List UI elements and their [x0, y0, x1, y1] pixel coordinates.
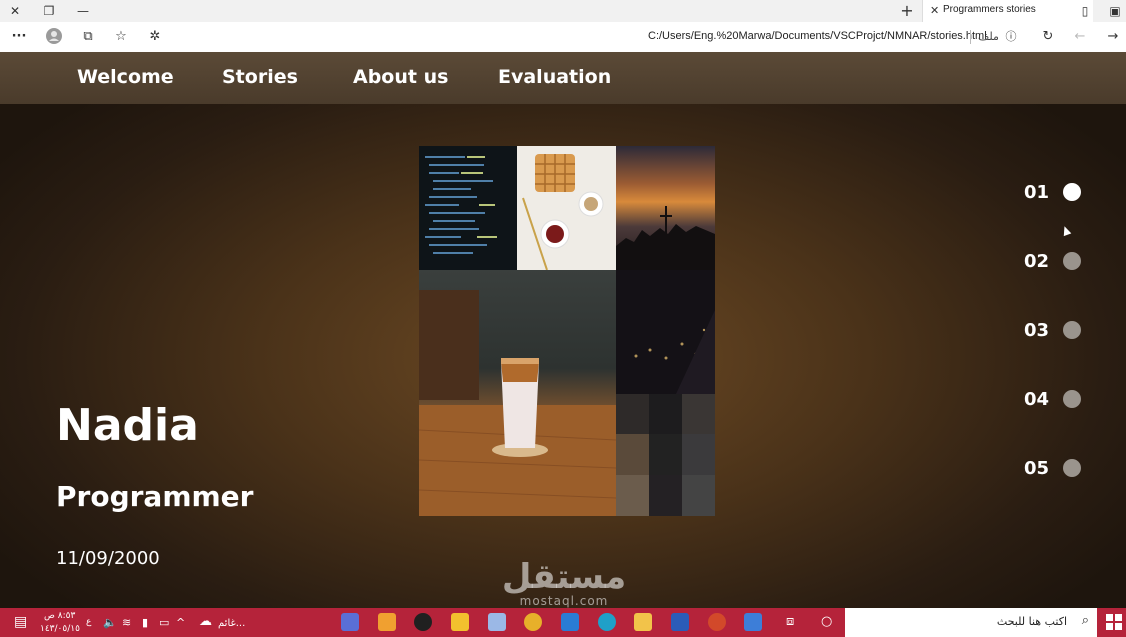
forward-arrow-icon[interactable]: → [1104, 28, 1122, 46]
new-tab-icon[interactable]: + [898, 2, 916, 20]
url-separator [970, 30, 971, 44]
taskbar-time: ٨:٥٣ ص [44, 611, 76, 621]
more-menu-icon[interactable]: ··· [10, 28, 28, 46]
back-arrow-icon[interactable]: ← [1071, 28, 1089, 46]
windows-taskbar: ▤ ٨:٥٣ ص ١٤٣/٠٥/١٥ ع 🔈 ≋ ▮ ▭ ^ ☁ غائم...… [0, 608, 1126, 637]
tray-chevron-icon[interactable]: ^ [176, 616, 185, 629]
taskbar-search-box[interactable]: اكتب هنا للبحث ⌕ [845, 608, 1097, 637]
photo-small-9 [682, 475, 715, 516]
stories-page: Welcome Stories About us Evaluation Nadi… [0, 52, 1126, 608]
watermark: مستقل mostaql.com [494, 560, 634, 608]
windows-start-icon[interactable] [1106, 614, 1122, 630]
cortana-icon[interactable]: ○ [821, 614, 832, 629]
profile-date: 11/09/2000 [56, 548, 160, 569]
photo-small-3 [682, 394, 715, 434]
minimize-window-icon[interactable]: — [74, 2, 92, 20]
tab-actions-icon[interactable]: ▣ [1106, 2, 1124, 20]
photo-small-2 [649, 394, 682, 434]
extensions-icon[interactable]: ✲ [146, 28, 164, 46]
photo-small-4 [616, 434, 649, 475]
slide-dot-2[interactable] [1063, 252, 1081, 270]
photo-small-8 [649, 475, 682, 516]
taskbar-app-obs-icon[interactable] [414, 613, 432, 631]
tab-close-icon[interactable]: ✕ [930, 3, 939, 19]
nav-about-us[interactable]: About us [353, 66, 448, 88]
slide-number-1: 01 [1024, 182, 1050, 203]
taskbar-app-tool-icon[interactable] [341, 613, 359, 631]
slide-dot-3[interactable] [1063, 321, 1081, 339]
taskbar-app-word-icon[interactable] [671, 613, 689, 631]
url-field[interactable]: C:/Users/Eng.%20Marwa/Documents/VSCProjc… [648, 30, 987, 42]
photo-small-1 [616, 394, 649, 434]
tab-title: Programmers stories [943, 4, 1036, 15]
taskbar-app-xampp-icon[interactable] [378, 613, 396, 631]
taskbar-app-edge-icon[interactable] [598, 613, 616, 631]
search-icon: ⌕ [1081, 613, 1089, 628]
taskbar-app-mail-icon[interactable] [744, 613, 762, 631]
favorites-icon[interactable]: ☆ [112, 28, 130, 46]
photo-small-5 [649, 434, 682, 475]
taskbar-app-package-icon[interactable] [451, 613, 469, 631]
taskbar-date: ١٤٣/٠٥/١٥ [40, 624, 80, 634]
taskbar-app-powerpoint-icon[interactable] [708, 613, 726, 631]
taskbar-app-chrome-icon[interactable] [524, 613, 542, 631]
photo-small-7 [616, 475, 649, 516]
info-icon[interactable]: ⓘ [1002, 28, 1020, 46]
task-view-icon[interactable]: ⧈ [786, 614, 794, 629]
site-navbar: Welcome Stories About us Evaluation [0, 52, 1126, 104]
mic-icon[interactable]: ▮ [142, 616, 148, 629]
photo-iced-coffee [419, 270, 617, 516]
cloud-weather-icon: ☁ [199, 614, 212, 629]
slide-number-3: 03 [1024, 320, 1050, 341]
wifi-icon[interactable]: ≋ [122, 616, 131, 629]
story-photo-collage [419, 146, 715, 516]
address-bar-row: ··· ⧉ ☆ ✲ C:/Users/Eng.%20Marwa/Document… [0, 22, 1126, 53]
slide-number-5: 05 [1024, 458, 1050, 479]
nav-stories[interactable]: Stories [222, 66, 298, 88]
profile-name: Nadia [56, 400, 199, 451]
taskbar-weather[interactable]: غائم... [218, 618, 245, 629]
slide-dot-5[interactable] [1063, 459, 1081, 477]
taskbar-lang[interactable]: ع [86, 617, 91, 627]
photo-code-screen [419, 146, 517, 270]
nav-welcome[interactable]: Welcome [77, 66, 174, 88]
photo-night-street [616, 270, 715, 394]
collections-icon[interactable]: ⧉ [79, 28, 97, 46]
watermark-arabic: مستقل [501, 557, 627, 597]
slide-dot-4[interactable] [1063, 390, 1081, 408]
restore-window-icon[interactable]: ❐ [40, 2, 58, 20]
page-icon: ▯ [1081, 4, 1089, 18]
browser-tab[interactable]: ✕ Programmers stories [922, 0, 1093, 22]
volume-icon[interactable]: 🔈 [103, 616, 117, 629]
browser-titlebar: ✕ ❐ — + ✕ Programmers stories ▯ ▣ [0, 0, 1126, 22]
photo-sunset-city [616, 146, 715, 270]
refresh-icon[interactable]: ↻ [1039, 28, 1057, 46]
photo-small-6 [682, 434, 715, 475]
taskbar-search-placeholder: اكتب هنا للبحث [996, 615, 1067, 628]
taskbar-app-cube-icon[interactable] [488, 613, 506, 631]
photo-waffles [517, 146, 616, 271]
file-label: ملف [978, 30, 999, 43]
profile-role: Programmer [56, 480, 254, 513]
taskbar-app-explorer-icon[interactable] [634, 613, 652, 631]
mouse-cursor-icon [1060, 224, 1072, 237]
notifications-icon[interactable]: ▤ [14, 614, 27, 630]
battery-icon[interactable]: ▭ [159, 616, 169, 629]
slide-dot-1[interactable] [1063, 183, 1081, 201]
nav-evaluation[interactable]: Evaluation [498, 66, 611, 88]
slide-number-4: 04 [1024, 389, 1050, 410]
profile-avatar-icon[interactable] [45, 28, 63, 46]
slide-number-2: 02 [1024, 251, 1050, 272]
close-window-icon[interactable]: ✕ [6, 2, 24, 20]
taskbar-app-vscode-icon[interactable] [561, 613, 579, 631]
